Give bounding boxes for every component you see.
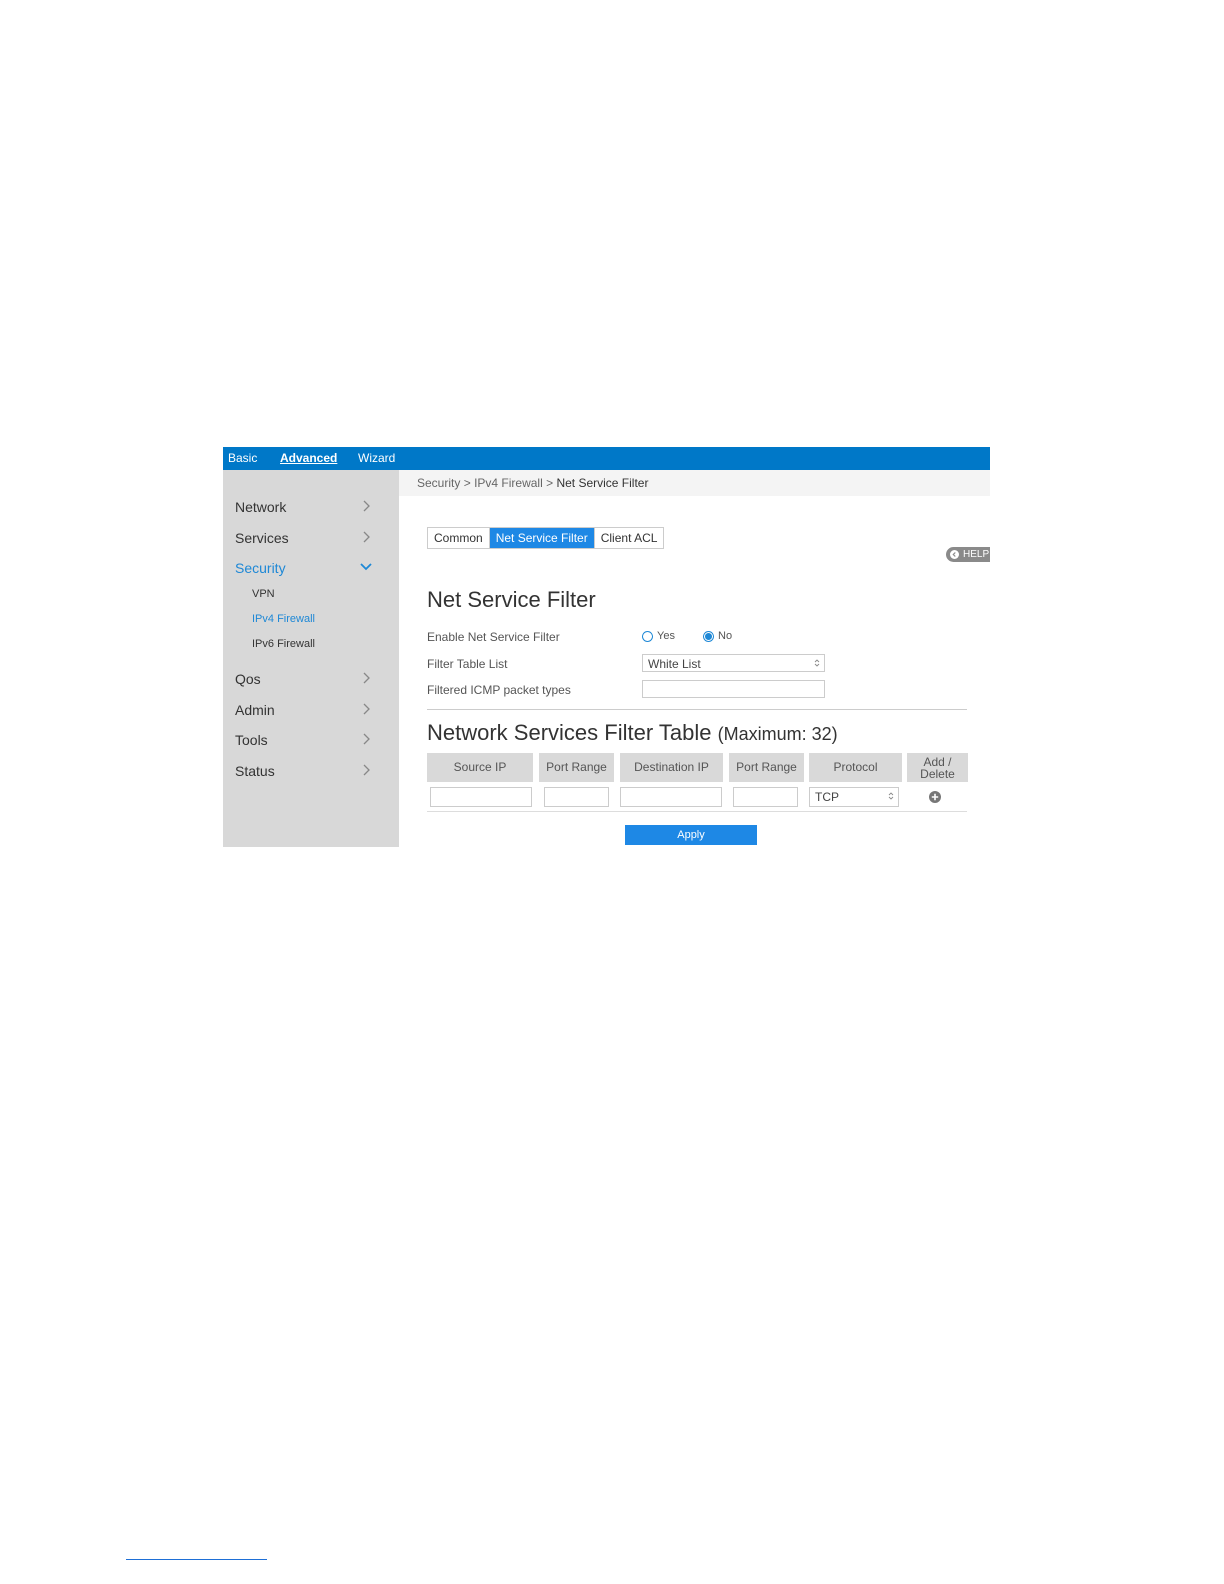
- destination-port-range-input[interactable]: [733, 787, 798, 807]
- sidebar-item-status[interactable]: Status: [223, 759, 399, 785]
- top-nav-bar: Basic Advanced Wizard: [223, 447, 990, 470]
- breadcrumb-separator: >: [546, 476, 554, 490]
- breadcrumb-bar: Security > IPv4 Firewall > Net Service F…: [399, 470, 990, 496]
- radio-label: Yes: [657, 630, 675, 642]
- sidebar-subitem-ipv6-firewall[interactable]: IPv6 Firewall: [252, 638, 315, 650]
- footnote-separator: [126, 1559, 267, 1560]
- chevron-right-icon: [363, 764, 370, 776]
- icmp-types-label: Filtered ICMP packet types: [427, 683, 571, 697]
- chevron-right-icon: [363, 500, 370, 512]
- tab-net-service-filter[interactable]: Net Service Filter: [489, 528, 595, 548]
- breadcrumb-security[interactable]: Security: [417, 476, 460, 490]
- column-header-add-delete: Add / Delete: [907, 753, 968, 782]
- sidebar-item-label: Security: [235, 560, 286, 576]
- sidebar: Network Services Security VPN IPv4 Firew…: [223, 470, 399, 847]
- sidebar-item-services[interactable]: Services: [223, 526, 399, 552]
- table-title-text: Network Services Filter Table: [427, 720, 712, 745]
- table-row-divider: [427, 811, 967, 812]
- top-tab-basic[interactable]: Basic: [228, 447, 257, 470]
- column-header-source-ip: Source IP: [427, 753, 533, 782]
- breadcrumb-separator: >: [463, 476, 471, 490]
- sidebar-subitem-ipv4-firewall[interactable]: IPv4 Firewall: [252, 613, 315, 625]
- source-port-range-input[interactable]: [544, 787, 609, 807]
- sidebar-item-label: Qos: [235, 671, 261, 687]
- sidebar-item-label: Status: [235, 763, 275, 779]
- destination-ip-input[interactable]: [620, 787, 722, 807]
- chevron-right-icon: [363, 672, 370, 684]
- table-title: Network Services Filter Table (Maximum: …: [427, 720, 838, 746]
- filter-table-list-label: Filter Table List: [427, 657, 508, 671]
- table-max-note: (Maximum: 32): [717, 724, 838, 744]
- page-title: Net Service Filter: [427, 587, 596, 612]
- column-header-destination-port-range: Port Range: [729, 753, 804, 782]
- add-row-plus-icon[interactable]: [928, 790, 942, 804]
- column-header-protocol: Protocol: [809, 753, 902, 782]
- radio-unchecked-icon: [642, 631, 653, 642]
- router-admin-app: Basic Advanced Wizard Network Services S…: [223, 447, 990, 847]
- breadcrumb-ipv4-firewall[interactable]: IPv4 Firewall: [474, 476, 543, 490]
- sidebar-subitem-vpn[interactable]: VPN: [252, 588, 275, 600]
- sidebar-item-label: Network: [235, 499, 287, 515]
- sidebar-item-qos[interactable]: Qos: [223, 667, 399, 693]
- apply-button[interactable]: Apply: [625, 825, 757, 845]
- select-updown-icon: [814, 659, 820, 667]
- section-divider: [427, 709, 967, 710]
- chevron-left-circle-icon: [950, 550, 959, 559]
- protocol-select[interactable]: TCP: [809, 787, 899, 807]
- icmp-types-input[interactable]: [642, 680, 825, 698]
- radio-label: No: [718, 630, 733, 642]
- tab-client-acl[interactable]: Client ACL: [594, 528, 664, 548]
- sidebar-item-admin[interactable]: Admin: [223, 698, 399, 724]
- sidebar-item-security[interactable]: Security: [223, 556, 399, 582]
- chevron-right-icon: [363, 531, 370, 543]
- filter-table-list-select[interactable]: White List: [642, 654, 825, 672]
- column-header-source-port-range: Port Range: [539, 753, 614, 782]
- top-tab-advanced[interactable]: Advanced: [280, 447, 337, 470]
- radio-dot-icon: [705, 633, 712, 640]
- chevron-right-icon: [363, 703, 370, 715]
- tab-common[interactable]: Common: [428, 528, 490, 548]
- help-label: HELP: [963, 549, 990, 560]
- chevron-right-icon: [363, 733, 370, 745]
- select-updown-icon: [888, 792, 894, 800]
- sidebar-item-tools[interactable]: Tools: [223, 728, 399, 754]
- sidebar-item-network[interactable]: Network: [223, 495, 399, 521]
- sidebar-item-label: Tools: [235, 732, 268, 748]
- sidebar-item-label: Admin: [235, 702, 275, 718]
- section-tabs: Common Net Service Filter Client ACL: [427, 527, 665, 549]
- column-header-destination-ip: Destination IP: [620, 753, 723, 782]
- breadcrumb: Security > IPv4 Firewall > Net Service F…: [417, 476, 648, 490]
- breadcrumb-current: Net Service Filter: [556, 476, 649, 490]
- filter-table-list-value: White List: [648, 657, 701, 671]
- sidebar-item-label: Services: [235, 530, 289, 546]
- chevron-down-icon: [360, 563, 372, 571]
- source-ip-input[interactable]: [430, 787, 532, 807]
- top-tab-wizard[interactable]: Wizard: [358, 447, 395, 470]
- enable-filter-label: Enable Net Service Filter: [427, 630, 560, 644]
- help-button[interactable]: HELP: [946, 547, 990, 562]
- protocol-select-value: TCP: [815, 790, 839, 804]
